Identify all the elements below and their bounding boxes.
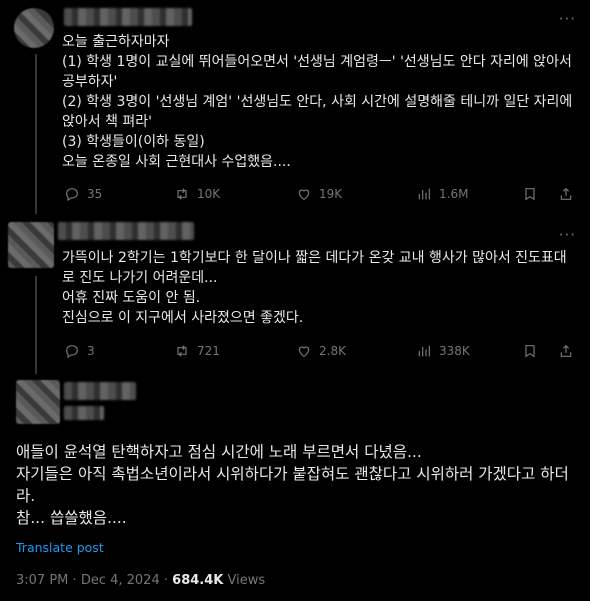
reply-count: 3 <box>87 344 95 358</box>
author-name-redacted[interactable] <box>64 8 192 26</box>
avatar[interactable] <box>14 8 54 48</box>
like-button[interactable]: 2.8K <box>296 343 346 359</box>
repost-count: 721 <box>197 344 220 358</box>
reply-icon <box>66 188 78 202</box>
bookmark-icon <box>525 188 535 201</box>
like-count: 19K <box>319 187 343 201</box>
views-button[interactable]: 338K <box>416 343 470 359</box>
repost-count: 10K <box>197 187 221 201</box>
post-date[interactable]: Dec 4, 2024 <box>81 573 160 588</box>
repost-icon <box>177 345 187 357</box>
repost-button[interactable]: 10K <box>174 186 220 202</box>
action-bar: 3 721 2.8K 338K <box>64 343 584 363</box>
views-icon <box>418 188 430 200</box>
view-count: 338K <box>439 344 470 358</box>
more-options-button[interactable]: ··· <box>559 226 576 244</box>
post-meta: 3:07 PM · Dec 4, 2024 · 684.4K Views <box>16 573 265 588</box>
meta-separator: · <box>163 573 169 588</box>
reply-button[interactable]: 3 <box>64 343 95 359</box>
views-label: Views <box>227 573 266 588</box>
action-bar: 35 10K 19K 1.6M <box>64 186 584 206</box>
like-count: 2.8K <box>319 344 346 358</box>
like-icon <box>298 189 310 201</box>
thread-line <box>35 54 37 214</box>
avatar[interactable] <box>16 380 60 424</box>
main-post-text: 애들이 윤석열 탄핵하자고 점심 시간에 노래 부르면서 다녔음... 자기들은… <box>16 443 569 527</box>
post-time[interactable]: 3:07 PM <box>16 573 68 588</box>
bookmark-button[interactable] <box>522 343 538 362</box>
reply-count: 35 <box>87 187 103 201</box>
meta-separator: · <box>72 573 77 588</box>
more-options-button[interactable]: ··· <box>559 10 576 28</box>
bookmark-button[interactable] <box>522 186 538 205</box>
views-button[interactable]: 1.6M <box>416 186 468 202</box>
avatar[interactable] <box>8 222 54 268</box>
author-handle-redacted[interactable] <box>64 406 104 420</box>
share-icon <box>560 187 572 200</box>
reply-icon <box>66 345 78 359</box>
views-count: 684.4K <box>172 573 224 588</box>
reply-post-2[interactable]: ··· 가뜩이나 2학기는 1학기보다 한 달이나 짧은 데다가 온갖 교내 행… <box>0 214 590 374</box>
thread-line <box>35 276 37 374</box>
author-name-redacted[interactable] <box>58 222 194 240</box>
share-button[interactable] <box>558 343 574 362</box>
view-count: 1.6M <box>439 187 469 201</box>
author-name-redacted[interactable] <box>64 382 136 400</box>
post-text: 오늘 출근하자마자 (1) 학생 1명이 교실에 뛰어들어오면서 '선생님 계엄… <box>62 34 573 170</box>
translate-post-link[interactable]: Translate post <box>16 540 104 555</box>
post-text: 가뜩이나 2학기는 1학기보다 한 달이나 짧은 데다가 온갖 교내 행사가 많… <box>62 250 567 326</box>
like-button[interactable]: 19K <box>296 186 342 202</box>
repost-icon <box>177 188 187 200</box>
share-icon <box>560 344 572 357</box>
bookmark-icon <box>525 345 535 358</box>
reply-button[interactable]: 35 <box>64 186 102 202</box>
share-button[interactable] <box>558 186 574 205</box>
views-icon <box>418 345 430 357</box>
like-icon <box>298 346 310 358</box>
reply-post-1[interactable]: ··· 오늘 출근하자마자 (1) 학생 1명이 교실에 뛰어들어오면서 '선생… <box>0 0 590 214</box>
repost-button[interactable]: 721 <box>174 343 220 359</box>
